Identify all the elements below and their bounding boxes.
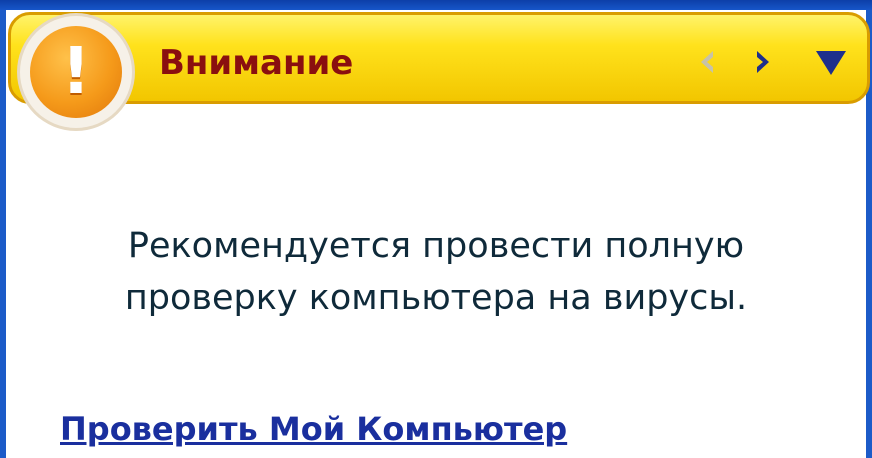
notification-title: Внимание [159, 43, 354, 83]
arrow-left-icon [701, 51, 713, 73]
notification-popup: Внимание ! Рекомендуется провести полную… [0, 10, 872, 458]
message-line-1: Рекомендуется провести полную [127, 226, 745, 266]
previous-button[interactable] [683, 37, 731, 87]
warning-icon: ! [30, 26, 122, 118]
notification-header: Внимание [8, 12, 870, 104]
notification-message: Рекомендуется провести полную проверку к… [46, 220, 826, 324]
next-button[interactable] [739, 37, 787, 87]
arrow-right-icon [757, 51, 769, 73]
menu-dropdown-button[interactable] [801, 37, 861, 87]
triangle-down-icon [816, 51, 846, 75]
scan-computer-link[interactable]: Проверить Мой Компьютер [60, 410, 567, 448]
warning-badge: ! [20, 16, 132, 128]
message-line-2: проверку компьютера на вирусы. [124, 278, 748, 318]
